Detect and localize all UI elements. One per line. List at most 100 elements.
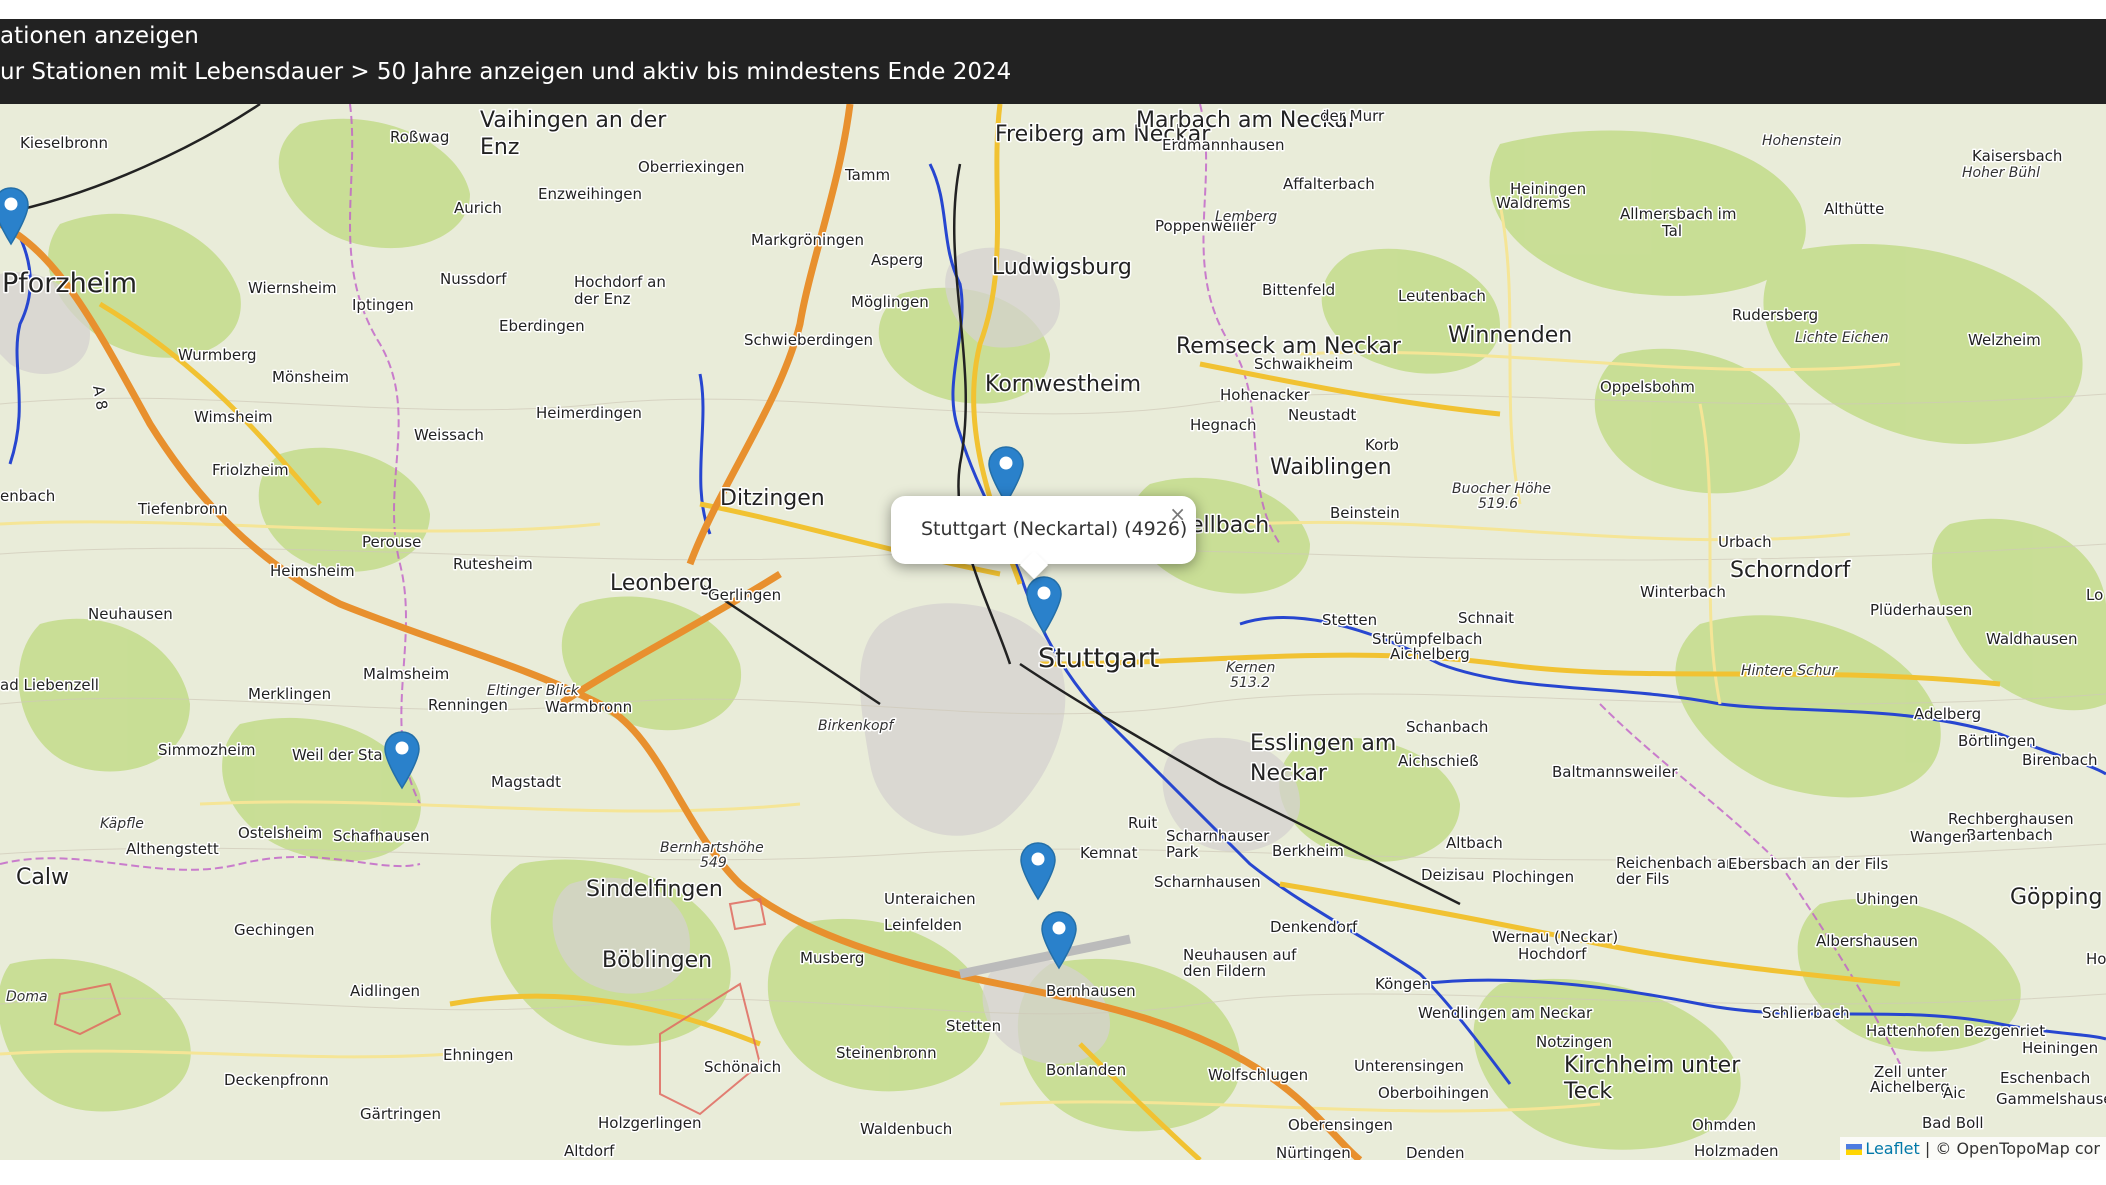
place-rosswag: Roßwag (390, 128, 449, 146)
place-urbach: Urbach (1718, 533, 1772, 551)
place-althengstett: Althengstett (126, 840, 219, 858)
attribution-separator: | © (1919, 1139, 1957, 1158)
place-erdmannhausen: Erdmannhausen (1162, 136, 1284, 154)
map-view[interactable]: Kieselbronn Roßwag Vaihingen an der Enz … (0, 104, 2106, 1160)
place-berkheim: Berkheim (1272, 842, 1344, 860)
place-ditzingen: Ditzingen (720, 486, 825, 511)
header-bar: ationen anzeigen ur Stationen mit Lebens… (0, 19, 2106, 104)
show-stations-option[interactable]: ationen anzeigen (0, 23, 199, 49)
place-rudersberg: Rudersberg (1732, 306, 1818, 324)
filter-long-lived-stations-option[interactable]: ur Stationen mit Lebensdauer > 50 Jahre … (0, 59, 1011, 85)
place-leutenbach: Leutenbach (1398, 287, 1486, 305)
popup-station-label: Stuttgart (Neckartal) (4926) (921, 518, 1188, 540)
place-enbach: enbach (0, 487, 55, 505)
station-marker-kemnat[interactable] (1019, 841, 1057, 901)
station-marker-stuttgart-neckartal[interactable] (1025, 575, 1063, 635)
place-steinenbronn: Steinenbronn (836, 1044, 937, 1062)
place-kemnat: Kemnat (1080, 844, 1138, 862)
popup-close-button[interactable]: × (1169, 502, 1186, 526)
place-friolzheim: Friolzheim (212, 461, 289, 479)
place-zell-2: Aichelberg (1870, 1078, 1950, 1096)
place-schlierbach: Schlierbach (1762, 1004, 1849, 1022)
place-hochdorf-2: der Enz (574, 290, 631, 308)
place-doma: Doma (6, 989, 48, 1005)
place-ludwigsburg: Ludwigsburg (992, 255, 1132, 280)
place-vaihingen-1: Vaihingen an der (480, 108, 667, 133)
station-marker-stuttgart-airport[interactable] (1040, 910, 1078, 970)
place-pforzheim: Pforzheim (2, 268, 137, 299)
place-tal: Tal (1661, 222, 1682, 240)
place-uhingen: Uhingen (1856, 890, 1918, 908)
place-aurich: Aurich (454, 199, 502, 217)
place-moeglingen: Möglingen (851, 293, 929, 311)
place-vaihingen-2: Enz (480, 135, 519, 160)
place-schafhausen: Schafhausen (333, 827, 430, 845)
place-tiefenbronn: Tiefenbronn (137, 500, 228, 518)
place-waldhausen: Waldhausen (1986, 630, 2078, 648)
place-scharnhausen: Scharnhausen (1154, 873, 1261, 891)
place-schorndorf: Schorndorf (1730, 558, 1852, 583)
place-gechingen: Gechingen (234, 921, 315, 939)
place-denkendorf: Denkendorf (1270, 918, 1358, 936)
place-denden: Denden (1406, 1144, 1465, 1160)
map-attribution: Leaflet | © OpenTopoMap cor (1840, 1137, 2106, 1160)
place-kaepfle: Käpfle (100, 816, 144, 832)
place-wernau: Wernau (Neckar) (1492, 928, 1618, 946)
place-albershausen: Albershausen (1816, 932, 1918, 950)
place-ohmden: Ohmden (1692, 1116, 1756, 1134)
place-unterensingen: Unterensingen (1354, 1057, 1464, 1075)
place-buocher-2: 519.6 (1478, 496, 1518, 512)
place-unteraichen: Unteraichen (884, 890, 976, 908)
place-wolfschlugen: Wolfschlugen (1208, 1066, 1308, 1084)
place-affalterbach: Affalterbach (1283, 175, 1375, 193)
place-boertlingen: Börtlingen (1958, 732, 2036, 750)
place-hoher-buehl: Hoher Bühl (1962, 165, 2040, 181)
place-weissach: Weissach (414, 426, 484, 444)
place-asperg: Asperg (871, 251, 923, 269)
place-eberdingen: Eberdingen (499, 317, 585, 335)
place-buocher-1: Buocher Höhe (1452, 481, 1551, 497)
station-marker-pforzheim[interactable] (0, 186, 30, 246)
place-winnenden: Winnenden (1448, 323, 1572, 348)
place-neustadt: Neustadt (1288, 406, 1356, 424)
place-bernhartshoehe-2: 549 (700, 855, 727, 871)
place-hola: Hola (2086, 950, 2106, 968)
place-iptingen: Iptingen (352, 296, 414, 314)
place-deizisau: Deizisau (1421, 866, 1485, 884)
place-wangen: Wangen (1910, 828, 1971, 846)
place-esslingen-2: Neckar (1250, 761, 1328, 786)
place-kernen-2: 513.2 (1230, 675, 1270, 691)
place-gammelshausen: Gammelshausen (1996, 1090, 2106, 1108)
place-allmersbach: Allmersbach im (1620, 205, 1736, 223)
place-birkenkopf: Birkenkopf (818, 718, 895, 734)
place-heimerdingen: Heimerdingen (536, 404, 642, 422)
place-magstadt: Magstadt (491, 773, 561, 791)
place-waiblingen: Waiblingen (1270, 455, 1392, 480)
place-adelberg: Adelberg (1914, 705, 1981, 723)
place-schanbach: Schanbach (1406, 718, 1488, 736)
place-hohenstein: Hohenstein (1762, 133, 1842, 149)
place-heimsheim: Heimsheim (270, 562, 355, 580)
place-leonberg: Leonberg (610, 571, 713, 596)
place-hegnach: Hegnach (1190, 416, 1256, 434)
ukraine-flag-icon (1846, 1144, 1863, 1155)
opentopomap-link[interactable]: OpenTopoMap cor (1956, 1139, 2100, 1158)
place-neuhausen-fildern-2: den Fildern (1183, 962, 1266, 980)
place-wendlingen: Wendlingen am Neckar (1418, 1004, 1593, 1022)
place-aichschiess: Aichschieß (1398, 752, 1479, 770)
place-heiningen-2: Heiningen (2022, 1039, 2098, 1057)
leaflet-link[interactable]: Leaflet (1865, 1139, 1919, 1158)
place-perouse: Perouse (362, 533, 421, 551)
place-bernhartshoehe-1: Bernhartshöhe (660, 840, 764, 856)
place-baltmannsweiler: Baltmannsweiler (1552, 763, 1678, 781)
place-ostelsheim: Ostelsheim (238, 824, 322, 842)
place-nussdorf: Nussdorf (440, 270, 507, 288)
place-ruit: Ruit (1128, 814, 1157, 832)
place-hohenacker: Hohenacker (1220, 386, 1311, 404)
station-marker-weil-der-stadt[interactable] (383, 730, 421, 790)
place-lo: Lo (2086, 586, 2103, 604)
place-beinstein: Beinstein (1330, 504, 1400, 522)
station-popup: Stuttgart (Neckartal) (4926) × (891, 496, 1196, 580)
place-kirchheim-2: Teck (1563, 1079, 1612, 1104)
place-sindelfingen: Sindelfingen (586, 877, 723, 902)
